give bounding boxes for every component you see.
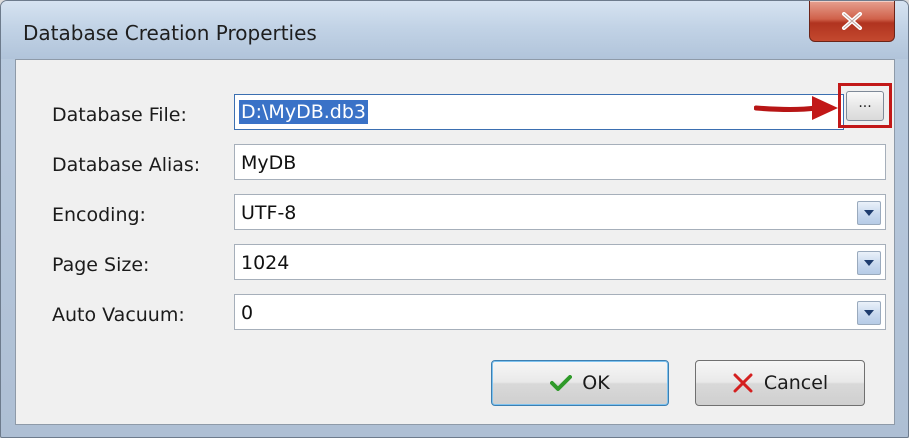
checkmark-icon xyxy=(550,375,573,391)
encoding-value: UTF-8 xyxy=(241,202,297,224)
browse-highlight-box: ... xyxy=(838,83,892,128)
encoding-select[interactable]: UTF-8 xyxy=(234,194,886,230)
x-icon xyxy=(733,373,753,393)
auto-vacuum-select[interactable]: 0 xyxy=(234,294,886,330)
dialog-body: Database File: D:\MyDB.db3 ... Database … xyxy=(15,59,895,425)
red-arrow-icon xyxy=(754,96,838,120)
database-alias-value: MyDB xyxy=(241,152,297,174)
window-title: Database Creation Properties xyxy=(23,21,317,45)
cancel-button[interactable]: Cancel xyxy=(695,360,865,406)
auto-vacuum-dropdown-button[interactable] xyxy=(857,301,881,325)
ok-button-label: OK xyxy=(582,372,610,394)
database-file-value: D:\MyDB.db3 xyxy=(239,100,368,124)
cancel-button-label: Cancel xyxy=(763,372,829,394)
auto-vacuum-value: 0 xyxy=(241,302,254,324)
page-size-value: 1024 xyxy=(241,252,290,274)
page-size-dropdown-button[interactable] xyxy=(857,251,881,275)
database-file-label: Database File: xyxy=(52,104,187,126)
browse-button[interactable]: ... xyxy=(846,91,884,121)
encoding-label: Encoding: xyxy=(52,204,146,226)
chevron-down-icon xyxy=(864,260,874,266)
database-alias-label: Database Alias: xyxy=(52,154,201,176)
database-alias-input[interactable]: MyDB xyxy=(234,144,886,180)
close-icon xyxy=(842,12,862,30)
chevron-down-icon xyxy=(864,310,874,316)
title-bar[interactable]: Database Creation Properties xyxy=(1,1,908,59)
close-button[interactable] xyxy=(809,1,895,42)
database-file-input[interactable]: D:\MyDB.db3 xyxy=(234,94,844,130)
page-size-select[interactable]: 1024 xyxy=(234,244,886,280)
auto-vacuum-label: Auto Vacuum: xyxy=(52,304,185,326)
encoding-dropdown-button[interactable] xyxy=(857,201,881,225)
dialog-window: Database Creation Properties Database Fi… xyxy=(0,0,909,438)
page-size-label: Page Size: xyxy=(52,254,150,276)
chevron-down-icon xyxy=(864,210,874,216)
ok-button[interactable]: OK xyxy=(491,360,669,406)
